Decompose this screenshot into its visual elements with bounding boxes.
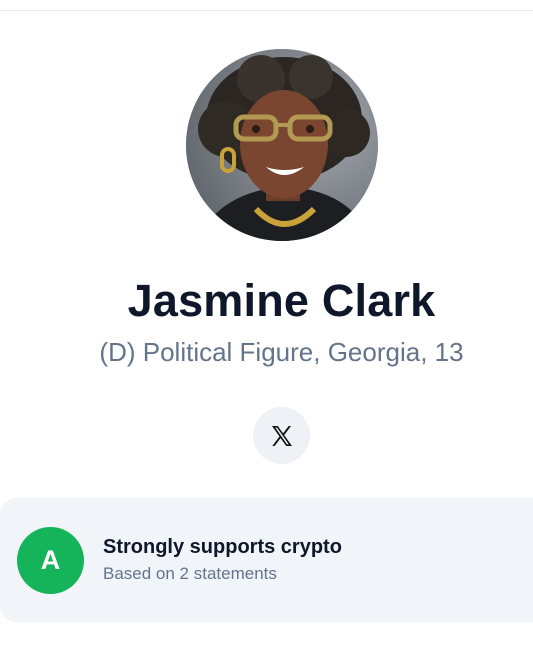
avatar	[186, 49, 378, 241]
profile-name: Jasmine Clark	[127, 275, 436, 326]
crypto-stance-card[interactable]: A Strongly supports crypto Based on 2 st…	[0, 498, 533, 622]
profile-subtitle: (D) Political Figure, Georgia, 13	[99, 337, 464, 367]
top-divider	[0, 10, 533, 11]
x-logo-icon	[270, 424, 294, 448]
stance-basis: Based on 2 statements	[103, 564, 277, 583]
stance-title: Strongly supports crypto	[103, 536, 342, 558]
grade-badge: A	[17, 527, 84, 594]
x-profile-link[interactable]	[253, 407, 310, 464]
profile-page: Jasmine Clark (D) Political Figure, Geor…	[0, 0, 533, 649]
